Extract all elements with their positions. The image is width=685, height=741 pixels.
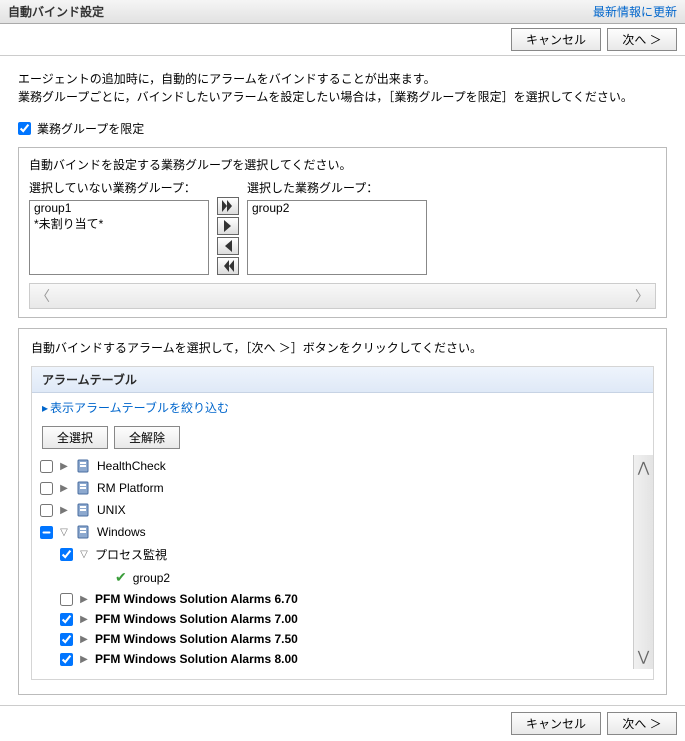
list-item[interactable]: group1 — [30, 201, 208, 215]
deselect-all-button[interactable]: 全解除 — [114, 426, 180, 449]
dual-listbox: 選択していない業務グループ： group1 *未割り当て* 選択した業務グループ… — [29, 179, 656, 275]
select-buttons-row: 全選択 全解除 — [32, 426, 653, 455]
description-line-2: 業務グループごとに，バインドしたいアラームを設定したい場合は，［業務グループを限… — [18, 88, 667, 106]
expand-caret-icon[interactable]: ▶ — [79, 594, 89, 605]
server-icon — [75, 524, 91, 540]
alarm-table-container: アラームテーブル ▸表示アラームテーブルを絞り込む 全選択 全解除 ▶ Healt… — [31, 366, 654, 680]
move-right-button[interactable] — [217, 217, 239, 235]
move-buttons-column — [217, 197, 239, 275]
tree-checkbox[interactable] — [40, 526, 53, 539]
tree-checkbox[interactable] — [60, 633, 73, 646]
tree-item-label: PFM Windows Solution Alarms 8.00 — [95, 652, 298, 666]
tree-checkbox[interactable] — [60, 613, 73, 626]
limit-group-checkbox-label: 業務グループを限定 — [37, 120, 144, 137]
list-item[interactable]: group2 — [248, 201, 426, 215]
tree-row: ▶ PFM Windows Solution Alarms 8.00 — [40, 649, 625, 669]
scroll-down-icon[interactable]: ⋁ — [638, 648, 649, 665]
limit-group-checkbox[interactable] — [18, 122, 31, 135]
expand-caret-icon[interactable]: ▶ — [59, 483, 69, 494]
scroll-right-icon[interactable]: 〉 — [635, 286, 649, 306]
expand-caret-icon[interactable]: ▽ — [79, 549, 89, 560]
triangle-right-icon: ▸ — [42, 401, 48, 415]
tree-item-label: RM Platform — [97, 481, 164, 495]
window-header: 自動バインド設定 最新情報に更新 — [0, 0, 685, 24]
cancel-button-bottom[interactable]: キャンセル — [511, 712, 601, 735]
tree-item-label: UNIX — [97, 503, 126, 517]
server-icon — [75, 458, 91, 474]
description: エージェントの追加時に，自動的にアラームをバインドすることが出来ます。 業務グル… — [18, 70, 667, 106]
tree-item-label: PFM Windows Solution Alarms 7.00 — [95, 612, 298, 626]
server-icon — [75, 502, 91, 518]
horizontal-scrollbar[interactable]: 〈 〉 — [29, 283, 656, 309]
tree-item-label: PFM Windows Solution Alarms 6.70 — [95, 592, 298, 606]
alarm-panel-instruction: 自動バインドするアラームを選択して，［次へ ＞］ボタンをクリックしてください。 — [31, 339, 654, 356]
next-button-bottom[interactable]: 次へ ＞ — [607, 712, 677, 735]
expand-caret-icon[interactable]: ▶ — [59, 461, 69, 472]
tree-item-label: HealthCheck — [97, 459, 166, 473]
expand-caret-icon[interactable]: ▶ — [79, 654, 89, 665]
alarm-filter-row: ▸表示アラームテーブルを絞り込む — [32, 393, 653, 426]
scroll-up-icon[interactable]: ⋀ — [638, 459, 649, 476]
top-toolbar: キャンセル 次へ ＞ — [0, 24, 685, 56]
unselected-groups-listbox[interactable]: group1 *未割り当て* — [29, 200, 209, 275]
refresh-link[interactable]: 最新情報に更新 — [593, 3, 677, 20]
tree-checkbox[interactable] — [40, 504, 53, 517]
expand-caret-icon[interactable]: ▶ — [79, 614, 89, 625]
tree-item-label: プロセス監視 — [95, 546, 167, 563]
tree-item-label: Windows — [97, 525, 146, 539]
scroll-left-icon[interactable]: 〈 — [36, 286, 50, 306]
tree-checkbox[interactable] — [40, 460, 53, 473]
tree-row: ▶ UNIX — [40, 499, 625, 521]
tree-row: ▽ Windows — [40, 521, 625, 543]
tree-item-label: group2 — [133, 571, 170, 585]
expand-caret-icon[interactable]: ▶ — [79, 634, 89, 645]
alarm-table-header: アラームテーブル — [32, 367, 653, 393]
filter-alarm-tables-link[interactable]: 表示アラームテーブルを絞り込む — [50, 401, 229, 415]
move-all-left-button[interactable] — [217, 257, 239, 275]
tree-row: ✔ group2 — [40, 566, 625, 589]
tree-row: ▶ PFM Windows Solution Alarms 7.00 — [40, 609, 625, 629]
selected-groups-listbox[interactable]: group2 — [247, 200, 427, 275]
tree-row: ▽ プロセス監視 — [40, 543, 625, 566]
tree-checkbox[interactable] — [60, 593, 73, 606]
server-icon — [75, 480, 91, 496]
tree-row: ▶ HealthCheck — [40, 455, 625, 477]
vertical-scrollbar[interactable]: ⋀ ⋁ — [633, 455, 653, 669]
main-content: エージェントの追加時に，自動的にアラームをバインドすることが出来ます。 業務グル… — [0, 56, 685, 705]
selected-groups-label: 選択した業務グループ： — [247, 179, 427, 196]
group-selection-panel: 自動バインドを設定する業務グループを選択してください。 選択していない業務グルー… — [18, 147, 667, 318]
expand-caret-icon[interactable]: ▽ — [59, 527, 69, 538]
group-panel-title: 自動バインドを設定する業務グループを選択してください。 — [29, 156, 656, 173]
description-line-1: エージェントの追加時に，自動的にアラームをバインドすることが出来ます。 — [18, 70, 667, 88]
alarm-selection-panel: 自動バインドするアラームを選択して，［次へ ＞］ボタンをクリックしてください。 … — [18, 328, 667, 695]
select-all-button[interactable]: 全選択 — [42, 426, 108, 449]
alarm-tree: ▶ HealthCheck ▶ RM Platform ▶ UNIX ▽ Windows ▽ プロ… — [32, 455, 633, 669]
cancel-button-top[interactable]: キャンセル — [511, 28, 601, 51]
tree-row: ▶ PFM Windows Solution Alarms 6.70 — [40, 589, 625, 609]
limit-group-checkbox-row[interactable]: 業務グループを限定 — [18, 120, 667, 137]
tree-row: ▶ RM Platform — [40, 477, 625, 499]
tree-row: ▶ PFM Windows Solution Alarms 7.50 — [40, 629, 625, 649]
tree-item-label: PFM Windows Solution Alarms 7.50 — [95, 632, 298, 646]
check-icon: ✔ — [115, 569, 127, 586]
move-all-right-button[interactable] — [217, 197, 239, 215]
tree-checkbox[interactable] — [60, 548, 73, 561]
bottom-toolbar: キャンセル 次へ ＞ — [0, 705, 685, 741]
next-button-top[interactable]: 次へ ＞ — [607, 28, 677, 51]
move-left-button[interactable] — [217, 237, 239, 255]
tree-checkbox[interactable] — [40, 482, 53, 495]
expand-caret-icon[interactable]: ▶ — [59, 505, 69, 516]
tree-checkbox[interactable] — [60, 653, 73, 666]
unselected-groups-label: 選択していない業務グループ： — [29, 179, 209, 196]
list-item[interactable]: *未割り当て* — [30, 215, 208, 232]
window-title: 自動バインド設定 — [8, 3, 104, 20]
